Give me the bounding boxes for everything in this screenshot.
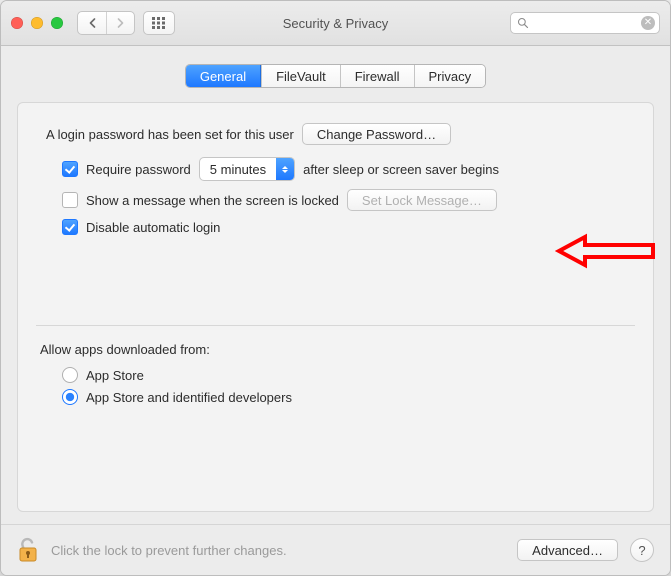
forward-button[interactable] <box>106 12 134 34</box>
select-value: 5 minutes <box>200 162 276 177</box>
require-password-label-before: Require password <box>86 162 191 177</box>
tab-filevault[interactable]: FileVault <box>261 65 340 87</box>
nav-back-forward <box>77 11 135 35</box>
grid-icon <box>152 17 166 29</box>
allow-apps-section: Allow apps downloaded from: App Store Ap… <box>36 325 635 405</box>
window-controls <box>11 17 63 29</box>
tab-general[interactable]: General <box>186 65 261 87</box>
close-window[interactable] <box>11 17 23 29</box>
change-password-button[interactable]: Change Password… <box>302 123 451 145</box>
show-message-label: Show a message when the screen is locked <box>86 193 339 208</box>
allow-apps-option-identified[interactable]: App Store and identified developers <box>62 389 635 405</box>
tab-label: FileVault <box>276 69 326 84</box>
radio-label: App Store and identified developers <box>86 390 292 405</box>
preferences-window: Security & Privacy ✕ General FileVault F… <box>0 0 671 576</box>
set-lock-message-button: Set Lock Message… <box>347 189 497 211</box>
disable-auto-login-checkbox[interactable] <box>62 219 78 235</box>
radio-button[interactable] <box>62 367 78 383</box>
section-divider <box>36 325 635 326</box>
require-password-label-after: after sleep or screen saver begins <box>303 162 499 177</box>
password-set-row: A login password has been set for this u… <box>46 123 635 145</box>
search-input[interactable] <box>510 12 660 34</box>
disable-auto-login-row: Disable automatic login <box>62 219 635 235</box>
disable-auto-login-label: Disable automatic login <box>86 220 220 235</box>
tab-privacy[interactable]: Privacy <box>414 65 486 87</box>
back-button[interactable] <box>78 12 106 34</box>
radio-button[interactable] <box>62 389 78 405</box>
search-icon <box>517 17 529 29</box>
advanced-button[interactable]: Advanced… <box>517 539 618 561</box>
pane-body: General FileVault Firewall Privacy A log… <box>1 46 670 524</box>
require-password-row: Require password 5 minutes after sleep o… <box>62 157 635 181</box>
show-message-row: Show a message when the screen is locked… <box>62 189 635 211</box>
radio-label: App Store <box>86 368 144 383</box>
require-password-checkbox[interactable] <box>62 161 78 177</box>
help-button[interactable]: ? <box>630 538 654 562</box>
tab-label: General <box>200 69 246 84</box>
search-field-wrap: ✕ <box>510 12 660 34</box>
tab-label: Privacy <box>429 69 472 84</box>
password-set-label: A login password has been set for this u… <box>46 127 294 142</box>
tab-firewall[interactable]: Firewall <box>340 65 414 87</box>
lock-description: Click the lock to prevent further change… <box>51 543 287 558</box>
tab-label: Firewall <box>355 69 400 84</box>
show-all-button[interactable] <box>143 11 175 35</box>
lock-icon[interactable] <box>17 537 39 563</box>
annotation-arrow-icon <box>555 231 655 271</box>
allow-apps-heading: Allow apps downloaded from: <box>40 342 635 357</box>
minimize-window[interactable] <box>31 17 43 29</box>
tab-bar: General FileVault Firewall Privacy <box>185 64 486 88</box>
titlebar: Security & Privacy ✕ <box>1 1 670 46</box>
clear-search-button[interactable]: ✕ <box>641 16 655 30</box>
footer: Click the lock to prevent further change… <box>1 524 670 575</box>
stepper-icon <box>276 158 294 180</box>
general-group: A login password has been set for this u… <box>17 102 654 512</box>
allow-apps-option-appstore[interactable]: App Store <box>62 367 635 383</box>
zoom-window[interactable] <box>51 17 63 29</box>
require-password-delay-select[interactable]: 5 minutes <box>199 157 295 181</box>
show-message-checkbox[interactable] <box>62 192 78 208</box>
